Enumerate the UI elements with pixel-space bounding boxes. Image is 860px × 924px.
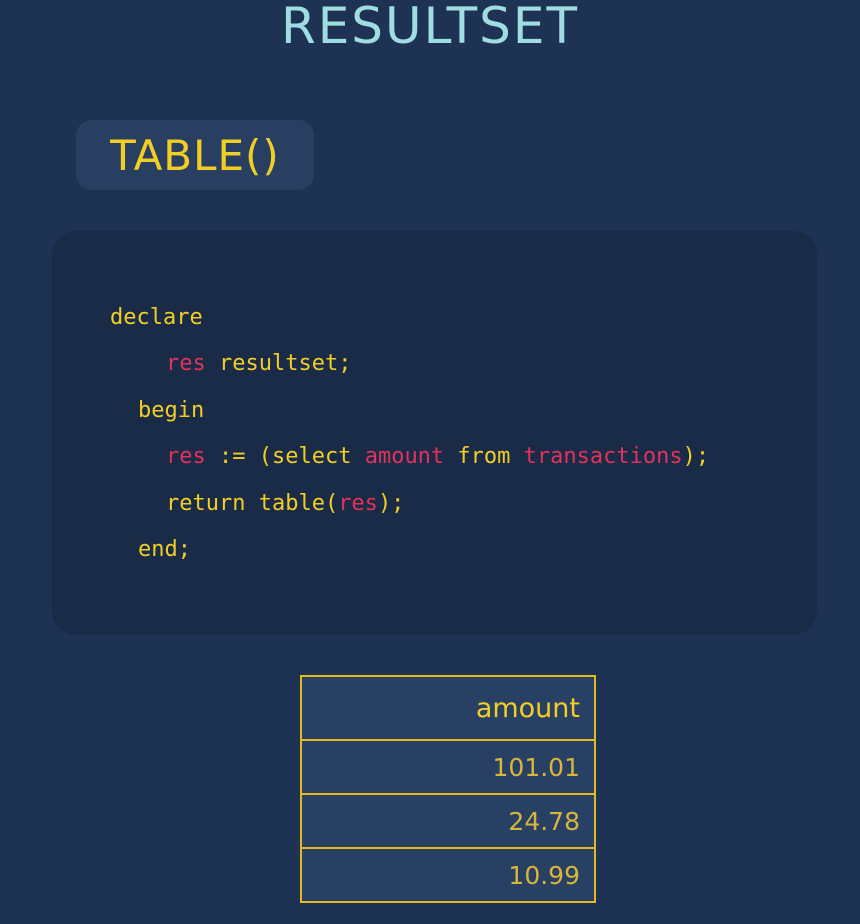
code-line-end: end; [138,534,191,566]
code-line-select-assignment: res := (select amount from transactions)… [166,441,709,473]
code-line-begin: begin [138,395,204,427]
code-identifier: res [166,351,206,376]
code-keyword: resultset; [205,351,352,376]
code-identifier: res [338,491,378,516]
code-keyword: from [444,444,524,469]
code-line-return: return table(res); [166,488,404,520]
code-keyword: begin [138,398,205,423]
code-keyword: return table( [166,491,339,516]
function-badge: TABLE() [76,120,314,190]
table-cell: 101.01 [300,739,596,795]
code-keyword: := (select [205,444,365,469]
code-line-declare: declare [110,302,203,334]
page-title: RESULTSET [280,0,580,55]
table-row: 10.99 [300,847,596,903]
code-keyword: ); [682,444,710,469]
code-keyword: end; [138,537,191,562]
result-table: amount 101.01 24.78 10.99 [300,675,596,903]
table-header-row: amount [300,675,596,741]
code-identifier: res [166,444,206,469]
column-header-amount: amount [300,675,596,741]
table-row: 24.78 [300,793,596,849]
table-cell: 24.78 [300,793,596,849]
code-line-res-declaration: res resultset; [166,348,351,380]
function-badge-label: TABLE() [110,130,280,180]
table-row: 101.01 [300,739,596,795]
code-keyword: declare [110,305,203,330]
code-identifier: transactions [523,444,683,469]
code-identifier: amount [364,444,445,469]
table-cell: 10.99 [300,847,596,903]
code-keyword: ); [377,491,405,516]
code-block: declare res resultset; begin res := (sel… [52,231,817,635]
